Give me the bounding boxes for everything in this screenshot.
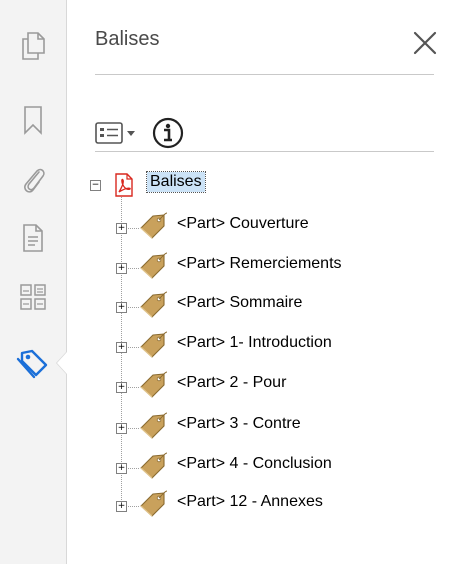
tree-item-label[interactable]: <Part> 4 - Conclusion <box>177 455 332 473</box>
tree-item-label[interactable]: <Part> 2 - Pour <box>177 374 286 392</box>
pdf-document-icon <box>113 173 135 197</box>
expand-toggle[interactable]: + <box>116 263 127 274</box>
root-label[interactable]: Balises <box>146 171 206 193</box>
tree-item[interactable]: + <Part> Sommaire <box>89 291 419 319</box>
tag-icon <box>137 490 169 518</box>
tag-icon <box>137 371 169 399</box>
tree-item-label[interactable]: <Part> Sommaire <box>177 294 302 312</box>
tags-icon[interactable] <box>9 342 57 386</box>
header-divider <box>95 74 434 75</box>
tree-item-label[interactable]: <Part> Remerciements <box>177 255 342 273</box>
content-order-icon[interactable] <box>9 275 57 319</box>
tags-panel: Balises − Balises + <Part> Couverture + … <box>67 0 460 564</box>
tree-item-label[interactable]: <Part> 1- Introduction <box>177 334 332 352</box>
toolbar-divider <box>95 151 434 152</box>
active-pointer <box>57 352 67 374</box>
tag-icon <box>137 331 169 359</box>
expand-toggle[interactable]: + <box>116 501 127 512</box>
tag-icon <box>137 252 169 280</box>
tree-item[interactable]: + <Part> 4 - Conclusion <box>89 452 419 480</box>
expand-toggle[interactable]: + <box>116 463 127 474</box>
collapse-toggle[interactable]: − <box>90 180 101 191</box>
tree-item[interactable]: + <Part> 1- Introduction <box>89 331 419 359</box>
close-icon[interactable] <box>410 28 440 58</box>
expand-toggle[interactable]: + <box>116 423 127 434</box>
navigation-rail <box>0 0 67 564</box>
tree-item[interactable]: + <Part> Couverture <box>89 212 419 240</box>
panel-title: Balises <box>95 28 160 50</box>
tag-icon <box>137 212 169 240</box>
tree-item[interactable]: + <Part> 2 - Pour <box>89 371 419 399</box>
document-icon[interactable] <box>9 216 57 260</box>
tree-item[interactable]: + <Part> 12 - Annexes <box>89 490 419 518</box>
tag-icon <box>137 452 169 480</box>
tag-icon <box>137 291 169 319</box>
expand-toggle[interactable]: + <box>116 382 127 393</box>
options-menu-icon[interactable] <box>95 120 139 146</box>
page-thumbnails-icon[interactable] <box>9 24 57 68</box>
expand-toggle[interactable]: + <box>116 302 127 313</box>
tree-item-label[interactable]: <Part> 3 - Contre <box>177 415 301 433</box>
tree-root[interactable]: − Balises <box>89 170 389 198</box>
tree-item-label[interactable]: <Part> Couverture <box>177 215 309 233</box>
tree-item[interactable]: + <Part> Remerciements <box>89 252 419 280</box>
expand-toggle[interactable]: + <box>116 342 127 353</box>
tag-icon <box>137 412 169 440</box>
tree-item[interactable]: + <Part> 3 - Contre <box>89 412 419 440</box>
expand-toggle[interactable]: + <box>116 223 127 234</box>
tree-item-label[interactable]: <Part> 12 - Annexes <box>177 493 323 511</box>
info-icon[interactable] <box>152 117 184 149</box>
attachments-icon[interactable] <box>9 157 57 201</box>
bookmarks-icon[interactable] <box>9 98 57 142</box>
